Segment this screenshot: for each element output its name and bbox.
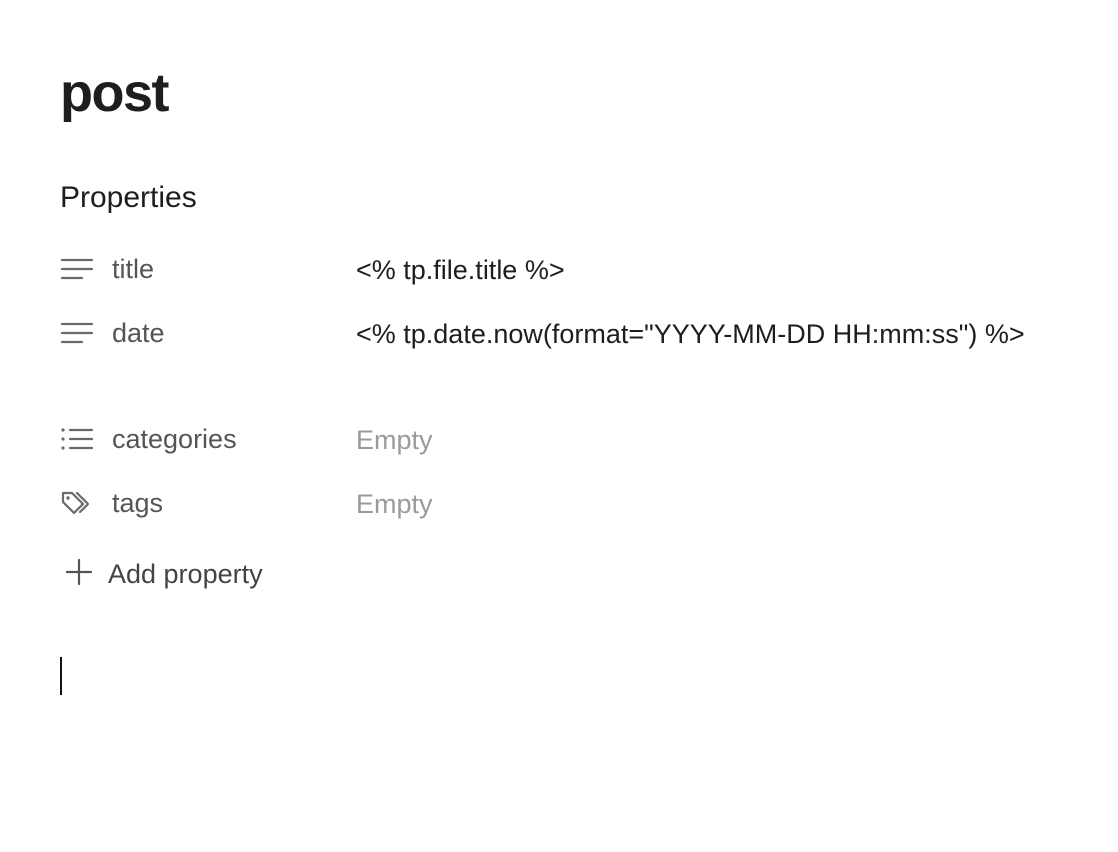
property-key-categories[interactable]: categories — [60, 419, 350, 459]
add-property-label: Add property — [108, 558, 263, 589]
list-icon[interactable] — [60, 424, 96, 454]
property-value-date[interactable]: <% tp.date.now(format="YYYY-MM-DD HH:mm:… — [356, 313, 1046, 355]
tags-icon[interactable] — [60, 488, 96, 518]
text-cursor[interactable] — [60, 657, 62, 695]
note-editor: post Properties title <% tp.file.title %… — [0, 0, 1118, 852]
property-key-tags[interactable]: tags — [60, 483, 350, 523]
note-title[interactable]: post — [60, 58, 170, 128]
property-key-date[interactable]: date — [60, 313, 350, 353]
text-lines-icon[interactable] — [60, 318, 96, 348]
property-value-title[interactable]: <% tp.file.title %> — [356, 249, 1046, 291]
properties-heading[interactable]: Properties — [60, 178, 197, 218]
property-name: title — [112, 254, 155, 284]
property-value-tags[interactable]: Empty — [356, 483, 1046, 525]
property-name: tags — [112, 488, 164, 518]
property-value-categories[interactable]: Empty — [356, 419, 1046, 461]
plus-icon — [64, 557, 94, 592]
property-name: categories — [112, 424, 237, 454]
add-property-button[interactable]: Add property — [64, 554, 263, 594]
property-key-title[interactable]: title — [60, 249, 350, 289]
text-lines-icon[interactable] — [60, 254, 96, 284]
property-name: date — [112, 318, 165, 348]
